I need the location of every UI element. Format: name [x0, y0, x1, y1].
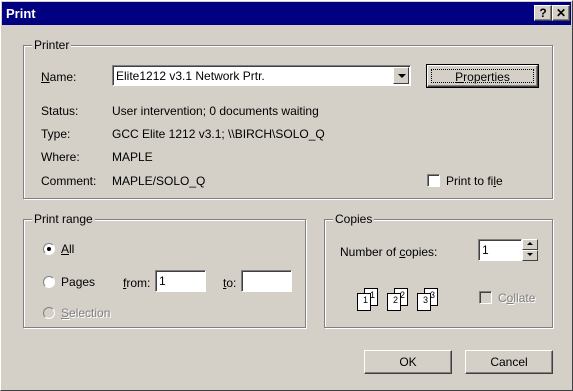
status-label: Status:: [41, 104, 79, 118]
page-icon: 1: [357, 293, 371, 311]
selection-label: Selection: [61, 306, 111, 320]
cancel-button[interactable]: Cancel: [465, 350, 553, 374]
from-value: 1: [159, 274, 166, 288]
all-label: All: [61, 242, 75, 256]
dialog-title: Print: [6, 6, 36, 21]
from-input[interactable]: 1: [155, 270, 206, 292]
printer-name-value: Elite1212 v3.1 Network Prtr.: [116, 69, 265, 83]
number-of-copies-label: Number of copies:: [340, 245, 438, 259]
focus-rect: [431, 69, 534, 83]
comment-value: MAPLE/SOLO_Q: [112, 174, 206, 188]
name-label: Name:: [41, 70, 77, 84]
collate-label: Collate: [498, 291, 536, 305]
copies-group: Copies: [324, 212, 553, 328]
close-button[interactable]: ✕: [552, 5, 570, 21]
where-value: MAPLE: [112, 150, 153, 164]
all-radio[interactable]: [43, 243, 55, 255]
type-label: Type:: [41, 127, 71, 141]
copies-legend: Copies: [333, 212, 375, 226]
selection-radio[interactable]: [43, 307, 55, 319]
print-to-file-label: Print to file: [446, 174, 503, 188]
page-icon: 3: [417, 293, 431, 311]
ok-button[interactable]: OK: [364, 350, 452, 374]
comment-label: Comment:: [41, 174, 97, 188]
from-label: from:: [123, 276, 151, 290]
pages-radio[interactable]: [43, 276, 55, 288]
spin-down-icon[interactable]: [522, 250, 538, 261]
where-label: Where:: [41, 150, 80, 164]
properties-button[interactable]: Properties: [426, 64, 539, 88]
printer-legend: Printer: [32, 38, 72, 52]
printer-name-select[interactable]: Elite1212 v3.1 Network Prtr.: [112, 65, 411, 86]
page-icon: 2: [387, 293, 401, 311]
spin-up-icon[interactable]: [522, 239, 538, 250]
copies-value: 1: [482, 243, 489, 257]
chevron-down-icon[interactable]: [393, 67, 409, 84]
title-bar[interactable]: Print ? ✕: [2, 2, 571, 25]
print-to-file-checkbox[interactable]: [427, 174, 440, 187]
to-input[interactable]: [241, 270, 292, 292]
type-value: GCC Elite 1212 v3.1; \\BIRCH\SOLO_Q: [112, 127, 325, 141]
collate-checkbox[interactable]: [479, 291, 492, 304]
pages-label: Pages: [61, 275, 96, 289]
copies-input[interactable]: 1: [478, 239, 522, 261]
to-label: to:: [223, 276, 237, 290]
print-range-legend: Print range: [32, 212, 95, 226]
help-button[interactable]: ?: [534, 5, 552, 21]
print-dialog: Print ? ✕ Printer Name: Elite1212 v3.1 N…: [0, 0, 573, 391]
status-value: User intervention; 0 documents waiting: [112, 104, 319, 118]
